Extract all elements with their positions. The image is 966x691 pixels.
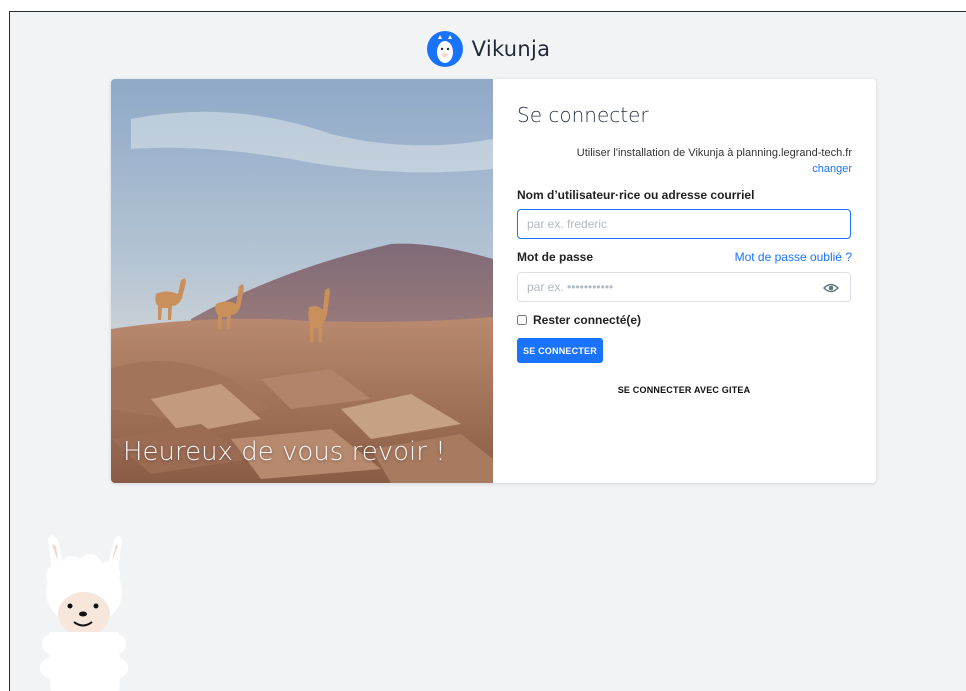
username-input[interactable] bbox=[517, 209, 851, 239]
login-card: Heureux de vous revoir ! Se connecter Ut… bbox=[111, 79, 876, 483]
eye-icon[interactable] bbox=[823, 282, 839, 294]
password-label: Mot de passe bbox=[517, 250, 594, 264]
welcome-caption: Heureux de vous revoir ! bbox=[123, 437, 446, 467]
change-instance-link[interactable]: changer bbox=[577, 161, 852, 177]
landscape-illustration bbox=[111, 79, 493, 483]
app-viewport: Vikunja Heureux de vous revoir ! Se conn… bbox=[9, 11, 966, 691]
app-name: Vikunja bbox=[471, 37, 551, 61]
page-title: Se connecter bbox=[517, 103, 649, 127]
hero-image: Heureux de vous revoir ! bbox=[111, 79, 493, 483]
gitea-login-button[interactable]: SE CONNECTER AVEC GITEA bbox=[517, 381, 851, 399]
llama-mascot bbox=[40, 535, 128, 691]
remember-me-checkbox[interactable] bbox=[517, 315, 527, 325]
vikunja-logo-icon bbox=[426, 31, 463, 67]
remember-me[interactable]: Rester connecté(e) bbox=[517, 313, 641, 327]
password-input[interactable] bbox=[517, 272, 851, 302]
install-note: Utiliser l'installation de Vikunja à pla… bbox=[577, 145, 852, 177]
forgot-password-link[interactable]: Mot de passe oublié ? bbox=[735, 250, 852, 264]
login-form: Se connecter Utiliser l'installation de … bbox=[493, 79, 876, 483]
remember-me-label: Rester connecté(e) bbox=[533, 313, 642, 327]
login-button[interactable]: SE CONNECTER bbox=[517, 338, 603, 363]
app-header: Vikunja bbox=[10, 30, 966, 68]
username-label: Nom d’utilisateur·rice ou adresse courri… bbox=[517, 188, 755, 202]
install-note-text: Utiliser l'installation de Vikunja à pla… bbox=[576, 147, 852, 159]
